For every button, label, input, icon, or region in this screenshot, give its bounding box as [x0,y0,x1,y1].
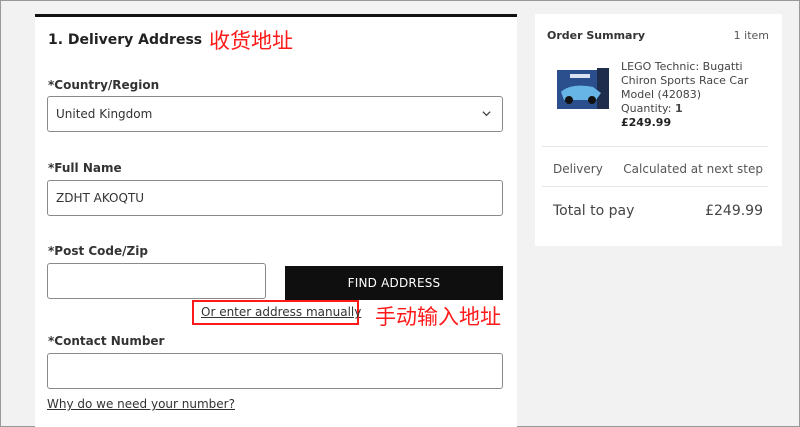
product-image[interactable] [552,62,615,118]
quantity-value: 1 [674,102,683,115]
full-name-value: ZDHT AKOQTU [56,191,145,205]
delivery-summary-row: Delivery Calculated at next step [553,162,763,176]
summary-divider-top [542,146,768,147]
country-region-value: United Kingdom [56,107,153,121]
delivery-address-panel: 1. Delivery Address 收货地址 *Country/Region… [35,14,517,427]
order-summary-title: Order Summary [547,29,646,42]
checkout-page: 1. Delivery Address 收货地址 *Country/Region… [0,0,800,427]
country-region-label: *Country/Region [48,78,160,92]
delivery-label: Delivery [553,162,603,176]
post-code-field[interactable] [47,263,266,299]
total-value: £249.99 [705,203,763,219]
item-count: 1 item [733,29,769,42]
page-title: 1. Delivery Address [48,32,203,48]
contact-number-field[interactable] [47,353,503,389]
find-address-button[interactable]: FIND ADDRESS [285,266,503,300]
full-name-field[interactable]: ZDHT AKOQTU [47,180,503,216]
product-quantity: Quantity: 1 [621,102,771,116]
product-price: £249.99 [621,116,672,129]
country-region-select[interactable]: United Kingdom [47,96,503,132]
why-contact-number-link[interactable]: Why do we need your number? [47,397,235,411]
delivery-address-annotation: 收货地址 [209,29,293,53]
delivery-value: Calculated at next step [623,162,763,176]
order-summary-panel: Order Summary 1 item LEGO Technic: Bugat… [535,14,782,246]
product-details: LEGO Technic: Bugatti Chiron Sports Race… [621,60,771,130]
summary-divider-bottom [542,186,768,187]
enter-address-manually-link[interactable]: Or enter address manually [201,305,361,319]
quantity-label: Quantity: [621,102,672,115]
manual-entry-annotation: 手动输入地址 [375,305,501,329]
contact-number-label: *Contact Number [48,334,165,348]
product-name[interactable]: LEGO Technic: Bugatti Chiron Sports Race… [621,60,771,102]
full-name-label: *Full Name [48,161,122,175]
post-code-label: *Post Code/Zip [48,244,148,258]
total-label: Total to pay [553,203,635,219]
total-summary-row: Total to pay £249.99 [553,203,763,219]
chevron-down-icon [482,111,491,117]
